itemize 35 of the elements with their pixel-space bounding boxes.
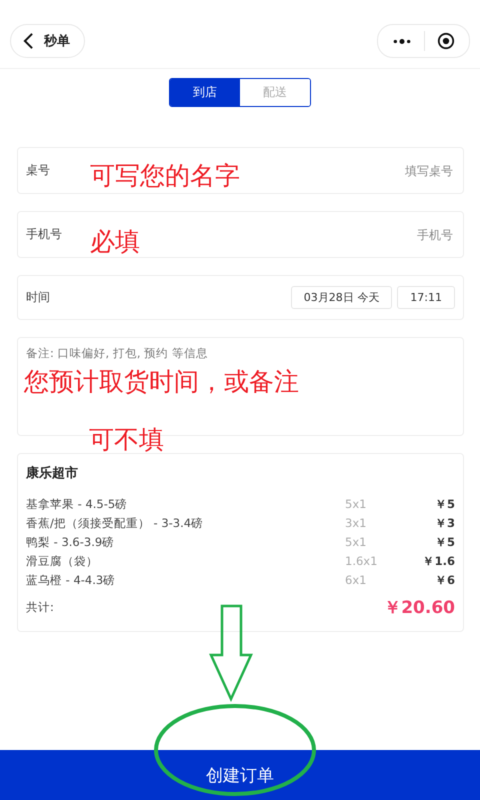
input-field[interactable]: 手机号 必填 手机号 (17, 211, 464, 258)
field-label: 时间 (26, 289, 50, 306)
item-price: ￥3 (434, 515, 455, 531)
item-price: ￥5 (434, 534, 455, 550)
field-label: 手机号 (26, 226, 62, 243)
item-name: 蓝乌橙 - 4-4.3磅 (26, 572, 116, 588)
item-quantity: 6x1 (345, 572, 368, 588)
item-name: 基拿苹果 - 4.5-5磅 (26, 496, 128, 512)
time-picker[interactable]: 17:11 (397, 286, 455, 309)
store-name: 康乐超市 (26, 464, 79, 482)
more-icon[interactable] (392, 36, 412, 46)
input-field[interactable]: 桌号 可写您的名字 填写桌号 (17, 147, 464, 194)
item-quantity: 1.6x1 (345, 553, 378, 569)
item-name: 香蕉/把（须接受配重） - 3-3.4磅 (26, 515, 204, 531)
close-icon[interactable] (437, 32, 455, 50)
annotation-text: 您预计取货时间，或备注 (24, 368, 299, 396)
tab[interactable]: 到店 (170, 79, 240, 106)
item-quantity: 3x1 (345, 515, 368, 531)
date-picker[interactable]: 03月28日 今天 (290, 286, 392, 309)
item-name: 鸭梨 - 3.6-3.9磅 (26, 534, 116, 550)
total-label: 共计: (26, 600, 54, 615)
field-label: 桌号 (26, 162, 50, 179)
item-name: 滑豆腐（袋） (26, 553, 99, 569)
item-quantity: 5x1 (345, 496, 368, 512)
item-price: ￥6 (434, 572, 455, 588)
total-amount: ￥20.60 (384, 597, 455, 619)
item-price: ￥1.6 (422, 553, 455, 569)
annotation-text: 必填 (90, 228, 140, 256)
submit-button[interactable]: 创建订单 (0, 750, 480, 800)
item-quantity: 5x1 (345, 534, 368, 550)
back-icon (23, 32, 34, 50)
annotation-text: 可写您的名字 (90, 162, 240, 190)
item-price: ￥5 (434, 496, 455, 512)
back-button[interactable]: 秒单 (10, 24, 85, 58)
page-title: 秒单 (44, 33, 70, 50)
